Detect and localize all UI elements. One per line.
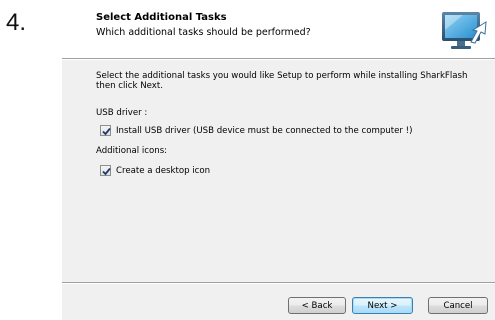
checkmark-icon xyxy=(102,167,111,176)
wizard-header: Select Additional Tasks Which additional… xyxy=(62,0,495,58)
next-button[interactable]: Next > xyxy=(352,297,413,314)
install-usb-driver-checkbox[interactable]: Install USB driver (USB device must be c… xyxy=(100,124,412,137)
create-desktop-icon-label: Create a desktop icon xyxy=(116,165,211,176)
additional-icons-group-label: Additional icons: xyxy=(96,146,168,156)
page-subtitle: Which additional tasks should be perform… xyxy=(96,27,311,38)
checkbox-box[interactable] xyxy=(100,165,111,176)
page-title: Select Additional Tasks xyxy=(96,12,227,23)
back-button[interactable]: < Back xyxy=(288,297,346,314)
cancel-button[interactable]: Cancel xyxy=(428,297,488,314)
install-usb-driver-label: Install USB driver (USB device must be c… xyxy=(116,125,413,136)
instruction-text: Select the additional tasks you would li… xyxy=(96,71,468,91)
checkmark-icon xyxy=(102,127,111,136)
usb-driver-group-label: USB driver : xyxy=(96,108,148,118)
setup-monitor-icon xyxy=(439,10,487,52)
checkbox-box[interactable] xyxy=(100,125,111,136)
create-desktop-icon-checkbox[interactable]: Create a desktop icon xyxy=(100,164,210,177)
step-number: 4. xyxy=(6,9,27,36)
